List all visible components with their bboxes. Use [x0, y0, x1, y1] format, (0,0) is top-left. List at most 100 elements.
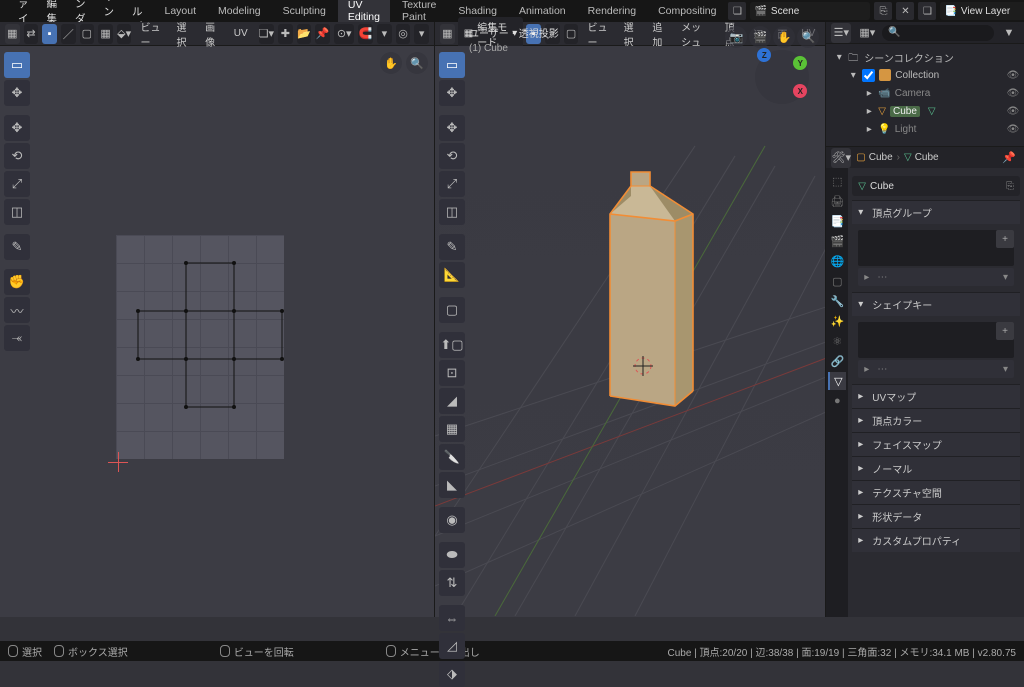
tab-output[interactable]: 🖨 — [828, 192, 846, 210]
uv-pan-button[interactable]: ✋ — [380, 52, 402, 74]
mesh-name-input[interactable] — [870, 181, 1002, 192]
3d-viewport[interactable]: ▦ ▦ 編集モード▾ ▪ ／ ▢ ビュー 選択 追加 メッシュ 頂点 辺 面 U… — [435, 22, 826, 617]
uv-header-image[interactable]: 画像 — [199, 17, 226, 51]
scene-name-field[interactable]: 🎬 — [750, 2, 870, 20]
shape-key-specials[interactable]: ▸⋯▾ — [858, 360, 1014, 378]
panel-shape-keys[interactable]: ▾シェイプキー — [852, 293, 1020, 316]
editor-type-selector[interactable]: ▦ — [5, 24, 20, 44]
disclosure-icon[interactable]: ▾ — [834, 52, 844, 63]
uv-island-select-mode[interactable]: ▦ — [98, 24, 113, 44]
tree-camera[interactable]: ▸ 📹 Camera 👁 — [830, 84, 1020, 102]
tool-edge-slide[interactable]: ⇅ — [439, 570, 465, 596]
uv-edge-select-mode[interactable]: ／ — [61, 24, 76, 44]
scene-name-input[interactable] — [771, 6, 841, 17]
tool-annotate-3d[interactable]: ✎ — [439, 234, 465, 260]
delete-scene-button[interactable]: ✕ — [896, 2, 914, 20]
tool-shrink-fatten[interactable]: ⇔ — [439, 605, 465, 631]
new-scene-button[interactable]: ⎘ — [874, 2, 892, 20]
outliner-search[interactable]: 🔍 — [882, 25, 994, 41]
new-image-button[interactable]: ✚ — [278, 24, 293, 44]
panel-vertex-colors[interactable]: ▸頂点カラー — [852, 409, 1020, 432]
uv-header-view[interactable]: ビュー — [134, 17, 168, 51]
tool-spin[interactable]: ◉ — [439, 507, 465, 533]
tool-transform[interactable]: ◫ — [4, 199, 30, 225]
tree-cube[interactable]: ▸ ▽ Cube ▽ 👁 — [830, 102, 1020, 120]
tool-relax[interactable]: 〰 — [4, 297, 30, 323]
eye-icon[interactable]: 👁 — [1006, 124, 1020, 135]
proportional-edit-toggle[interactable]: ◎ — [396, 24, 411, 44]
mesh-name-field[interactable]: ▽ ⎘ — [852, 176, 1020, 196]
tool-loop-cut[interactable]: ▦ — [439, 416, 465, 442]
tab-object-data[interactable]: ▽ — [828, 372, 846, 390]
tool-transform-3d[interactable]: ◫ — [439, 199, 465, 225]
uv-face-select-mode[interactable]: ▢ — [80, 24, 95, 44]
outliner-display-selector[interactable]: ▦▾ — [857, 23, 877, 43]
add-vertex-group-button[interactable]: + — [996, 230, 1014, 248]
tab-material[interactable]: ● — [828, 392, 846, 410]
panel-uv-maps[interactable]: ▸UVマップ — [852, 385, 1020, 408]
navigation-gizmo[interactable]: Z Y X — [755, 50, 809, 104]
tab-viewlayer[interactable]: 📑 — [828, 212, 846, 230]
vertex-group-specials[interactable]: ▸⋯▾ — [858, 268, 1014, 286]
snap-toggle[interactable]: 🧲 — [358, 24, 373, 44]
axis-x-icon[interactable]: X — [793, 84, 807, 98]
eye-icon[interactable]: 👁 — [1006, 106, 1020, 117]
tree-collection[interactable]: ▾ Collection 👁 — [830, 66, 1020, 84]
editor-type-selector-3d[interactable]: ▦ — [440, 24, 455, 44]
tab-modifiers[interactable]: 🔧 — [828, 292, 846, 310]
vertex-groups-list[interactable] — [858, 230, 1014, 266]
sticky-select-mode[interactable]: ⬙▾ — [117, 24, 132, 44]
snap-mode-selector[interactable]: ▾ — [377, 24, 392, 44]
tool-shear[interactable]: ◿ — [439, 633, 465, 659]
uv-vertex-select-mode[interactable]: ▪ — [42, 24, 57, 44]
viewport-render-button[interactable]: 🎬 — [749, 26, 771, 48]
tab-constraints[interactable]: 🔗 — [828, 352, 846, 370]
tool-measure[interactable]: 📐 — [439, 262, 465, 288]
panel-geom-data[interactable]: ▸形状データ — [852, 505, 1020, 528]
tool-add-cube[interactable]: ▢ — [439, 297, 465, 323]
panel-normals[interactable]: ▸ノーマル — [852, 457, 1020, 480]
panel-face-maps[interactable]: ▸フェイスマップ — [852, 433, 1020, 456]
tool-bevel[interactable]: ◢ — [439, 388, 465, 414]
tool-poly-build[interactable]: ◣ — [439, 472, 465, 498]
panel-tex-space[interactable]: ▸テクスチャ空間 — [852, 481, 1020, 504]
pivot-selector[interactable]: ⊙▾ — [334, 24, 355, 44]
viewlayer-name-field[interactable]: 📑 — [940, 2, 1024, 20]
tool-select-box[interactable]: ▭ — [4, 52, 30, 78]
disclosure-icon[interactable]: ▸ — [864, 106, 874, 117]
tab-particles[interactable]: ✨ — [828, 312, 846, 330]
uv-header-select[interactable]: 選択 — [170, 17, 197, 51]
zoom-view-button[interactable]: 🔍 — [797, 26, 819, 48]
uv-header-uvs[interactable]: UV — [228, 26, 254, 41]
panel-vertex-groups[interactable]: ▾頂点グループ — [852, 201, 1020, 224]
collection-checkbox[interactable] — [862, 69, 875, 82]
open-image-button[interactable]: 📂 — [297, 24, 312, 44]
pin-panel-button[interactable]: 📌 — [999, 148, 1019, 168]
add-shape-key-button[interactable]: + — [996, 322, 1014, 340]
tool-cursor-3d[interactable]: ✥ — [439, 80, 465, 106]
outliner-tree[interactable]: ▾ 🗀 シーンコレクション ▾ Collection 👁 ▸ 📹 Camera … — [826, 44, 1024, 146]
viewlayer-name-input[interactable] — [961, 6, 1024, 17]
tool-select-box-3d[interactable]: ▭ — [439, 52, 465, 78]
tool-cursor[interactable]: ✥ — [4, 80, 30, 106]
tab-scene[interactable]: 🎬 — [828, 232, 846, 250]
tool-scale[interactable]: ⤢ — [4, 171, 30, 197]
eye-icon[interactable]: 👁 — [1006, 70, 1020, 81]
tab-sculpting[interactable]: Sculpting — [273, 2, 336, 20]
browse-viewlayer-icon[interactable]: ❏ — [918, 2, 936, 20]
outliner-search-input[interactable] — [901, 27, 988, 38]
tab-render[interactable]: ⬚ — [828, 172, 846, 190]
viewport-3d-space[interactable] — [435, 46, 825, 617]
tool-rotate-3d[interactable]: ⟲ — [439, 143, 465, 169]
outliner-filter-button[interactable]: ▼ — [999, 23, 1019, 43]
tool-rip-region[interactable]: ⬗ — [439, 661, 465, 687]
tool-knife[interactable]: 🔪 — [439, 444, 465, 470]
tool-smooth[interactable]: ⬬ — [439, 542, 465, 568]
image-browse-button[interactable]: ❏▾ — [259, 24, 274, 44]
tool-annotate[interactable]: ✎ — [4, 234, 30, 260]
tool-rotate[interactable]: ⟲ — [4, 143, 30, 169]
tool-grab[interactable]: ✊ — [4, 269, 30, 295]
tool-scale-3d[interactable]: ⤢ — [439, 171, 465, 197]
tab-physics[interactable]: ⚛ — [828, 332, 846, 350]
sync-selection-toggle[interactable]: ⇄ — [24, 24, 39, 44]
